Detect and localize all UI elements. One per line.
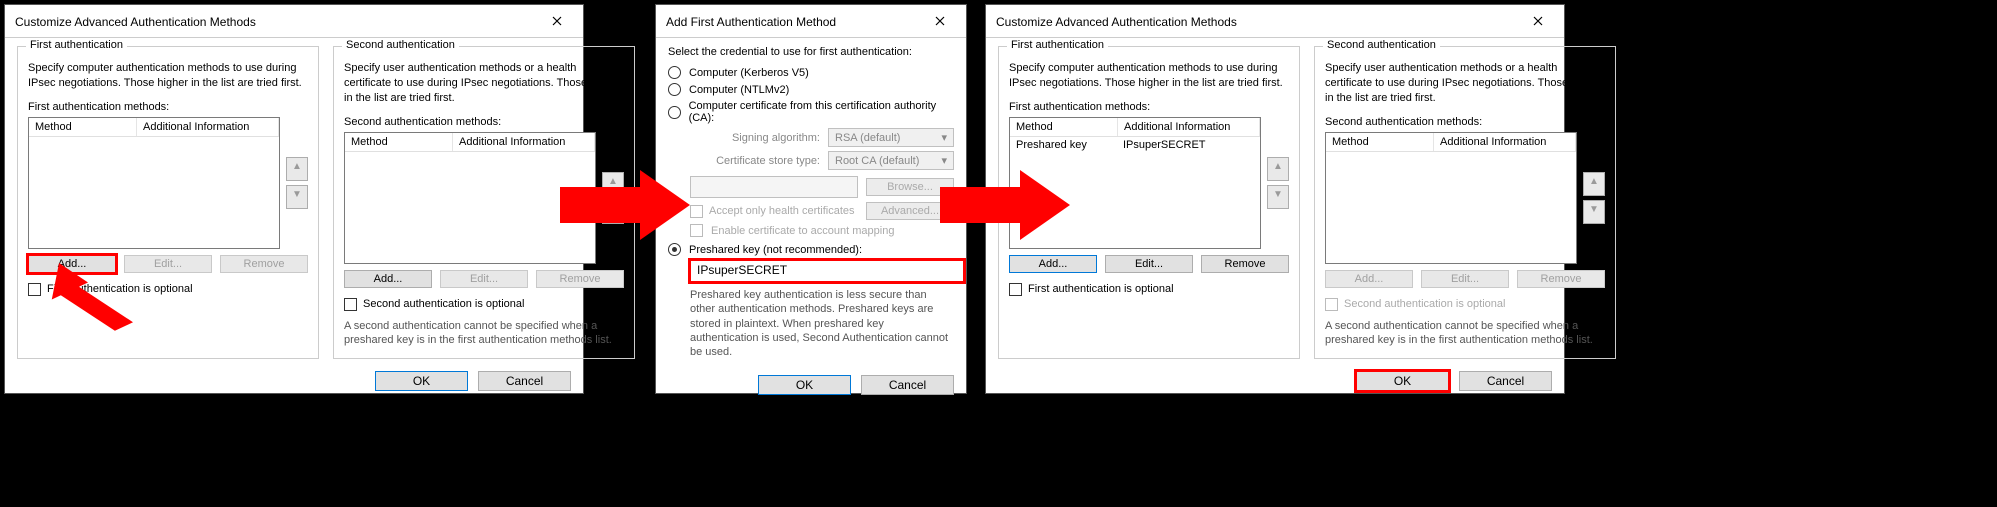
ok-button[interactable]: OK: [758, 375, 851, 395]
flow-arrow-icon: [560, 150, 690, 260]
second-methods-list[interactable]: Method Additional Information: [344, 132, 596, 264]
first-methods-list[interactable]: Method Additional Information: [28, 117, 280, 249]
health-cert-label: Accept only health certificates: [709, 205, 855, 217]
dialog-title: Customize Advanced Authentication Method…: [15, 15, 256, 29]
second-optional-checkbox: [1325, 298, 1338, 311]
close-icon[interactable]: [1520, 11, 1556, 33]
col-addl[interactable]: Additional Information: [453, 133, 595, 151]
move-down-button[interactable]: ▼: [286, 185, 308, 209]
radio-psk-label: Preshared key (not recommended):: [689, 244, 862, 256]
add-button[interactable]: Add...: [344, 270, 432, 288]
close-icon[interactable]: [539, 11, 575, 33]
second-methods-list[interactable]: Method Additional Information: [1325, 132, 1577, 264]
radio-cert[interactable]: [668, 106, 681, 119]
first-optional-checkbox[interactable]: [1009, 283, 1022, 296]
second-methods-label: Second authentication methods:: [344, 116, 624, 128]
dialog-title: Add First Authentication Method: [666, 15, 836, 29]
cert-mapping-label: Enable certificate to account mapping: [711, 225, 894, 237]
second-auth-note: A second authentication cannot be specif…: [1325, 319, 1605, 349]
edit-button[interactable]: Edit...: [1105, 255, 1193, 273]
second-methods-label: Second authentication methods:: [1325, 116, 1605, 128]
edit-button[interactable]: Edit...: [440, 270, 528, 288]
dialog-customize-auth-1: Customize Advanced Authentication Method…: [4, 4, 584, 394]
radio-kerberos[interactable]: [668, 66, 681, 79]
titlebar: Add First Authentication Method: [656, 5, 966, 38]
store-label: Certificate store type:: [690, 155, 820, 167]
first-methods-label: First authentication methods:: [28, 101, 308, 113]
second-auth-legend: Second authentication: [1323, 39, 1440, 51]
col-method[interactable]: Method: [1326, 133, 1434, 151]
cancel-button[interactable]: Cancel: [861, 375, 954, 395]
col-method[interactable]: Method: [1010, 118, 1118, 136]
remove-button[interactable]: Remove: [1517, 270, 1605, 288]
psk-input[interactable]: IPsuperSECRET: [690, 260, 964, 282]
first-methods-label: First authentication methods:: [1009, 101, 1289, 113]
psk-warning: Preshared key authentication is less sec…: [690, 288, 954, 359]
ok-button[interactable]: OK: [375, 371, 468, 391]
health-cert-checkbox: [690, 205, 703, 218]
titlebar: Customize Advanced Authentication Method…: [986, 5, 1564, 38]
second-optional-label: Second authentication is optional: [363, 298, 524, 310]
titlebar: Customize Advanced Authentication Method…: [5, 5, 583, 38]
col-method[interactable]: Method: [345, 133, 453, 151]
signing-select: RSA (default)▾: [828, 128, 954, 147]
first-auth-desc: Specify computer authentication methods …: [28, 61, 308, 91]
col-addl[interactable]: Additional Information: [1434, 133, 1576, 151]
move-up-button[interactable]: ▲: [1267, 157, 1289, 181]
radio-cert-label: Computer certificate from this certifica…: [689, 100, 954, 124]
second-auth-desc: Specify user authentication methods or a…: [344, 61, 624, 106]
dialog-customize-auth-2: Customize Advanced Authentication Method…: [985, 4, 1565, 394]
second-auth-group: Second authentication Specify user authe…: [1314, 46, 1616, 359]
move-up-button[interactable]: ▲: [1583, 172, 1605, 196]
remove-button[interactable]: Remove: [536, 270, 624, 288]
second-auth-desc: Specify user authentication methods or a…: [1325, 61, 1605, 106]
store-select: Root CA (default)▾: [828, 151, 954, 170]
col-addl[interactable]: Additional Information: [1118, 118, 1260, 136]
row-addl: IPsuperSECRET: [1117, 137, 1260, 153]
annotation-arrow-icon: [45, 255, 165, 355]
cancel-button[interactable]: Cancel: [1459, 371, 1552, 391]
remove-button[interactable]: Remove: [220, 255, 308, 273]
second-auth-legend: Second authentication: [342, 39, 459, 51]
remove-button[interactable]: Remove: [1201, 255, 1289, 273]
second-optional-label: Second authentication is optional: [1344, 298, 1505, 310]
second-optional-checkbox[interactable]: [344, 298, 357, 311]
ca-path-input: [690, 176, 858, 198]
move-down-button[interactable]: ▼: [1267, 185, 1289, 209]
radio-ntlm[interactable]: [668, 83, 681, 96]
dialog-add-first-auth: Add First Authentication Method Select t…: [655, 4, 967, 394]
intro-text: Select the credential to use for first a…: [668, 46, 954, 58]
col-method[interactable]: Method: [29, 118, 137, 136]
close-icon[interactable]: [922, 11, 958, 33]
ok-button[interactable]: OK: [1356, 371, 1449, 391]
cancel-button[interactable]: Cancel: [478, 371, 571, 391]
second-auth-note: A second authentication cannot be specif…: [344, 319, 624, 349]
radio-ntlm-label: Computer (NTLMv2): [689, 84, 789, 96]
first-auth-desc: Specify computer authentication methods …: [1009, 61, 1289, 91]
move-up-button[interactable]: ▲: [286, 157, 308, 181]
radio-kerberos-label: Computer (Kerberos V5): [689, 67, 809, 79]
add-button[interactable]: Add...: [1325, 270, 1413, 288]
cert-mapping-checkbox: [690, 224, 703, 237]
edit-button[interactable]: Edit...: [1421, 270, 1509, 288]
first-auth-legend: First authentication: [26, 39, 127, 51]
first-optional-label: First authentication is optional: [1028, 283, 1174, 295]
dialog-title: Customize Advanced Authentication Method…: [996, 15, 1237, 29]
col-addl[interactable]: Additional Information: [137, 118, 279, 136]
first-optional-checkbox[interactable]: [28, 283, 41, 296]
flow-arrow-icon: [940, 150, 1070, 260]
first-auth-legend: First authentication: [1007, 39, 1108, 51]
signing-label: Signing algorithm:: [690, 132, 820, 144]
move-down-button[interactable]: ▼: [1583, 200, 1605, 224]
